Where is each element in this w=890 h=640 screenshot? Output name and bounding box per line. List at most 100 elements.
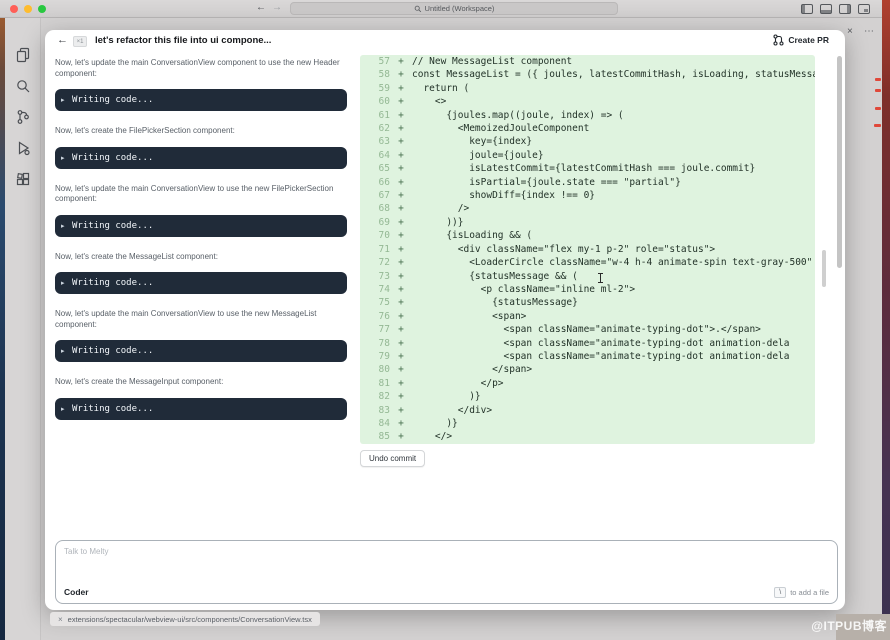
diff-add-marker: +	[390, 270, 412, 283]
code-text: <div className="flex my-1 p-2" role="sta…	[412, 243, 715, 256]
line-number: 64	[360, 149, 390, 162]
chat-input[interactable]	[64, 547, 464, 556]
diff-add-marker: +	[390, 82, 412, 95]
activity-bar	[5, 18, 41, 640]
panel-scrollbar[interactable]	[837, 56, 842, 268]
line-number: 83	[360, 404, 390, 417]
chat-message: Now, let's update the main ConversationV…	[55, 309, 353, 362]
code-text: isPartial={joule.state === "partial"}	[412, 176, 681, 189]
history-forward-button[interactable]: →	[272, 2, 282, 13]
diff-line: 79 + <span className="animate-typing-dot…	[360, 350, 815, 363]
code-text: {statusMessage && (	[412, 270, 578, 283]
close-window-button[interactable]	[10, 5, 18, 13]
line-number: 69	[360, 216, 390, 229]
diff-add-marker: +	[390, 189, 412, 202]
line-number: 66	[360, 176, 390, 189]
zoom-window-button[interactable]	[38, 5, 46, 13]
writing-code-block[interactable]: ▸ Writing code...	[55, 340, 347, 362]
chevron-right-icon: ▸	[61, 405, 65, 413]
code-text: {statusMessage}	[412, 296, 578, 309]
diff-add-marker: +	[390, 363, 412, 376]
undo-commit-button[interactable]: Undo commit	[360, 450, 425, 467]
code-text: ))}	[412, 216, 463, 229]
diff-add-marker: +	[390, 337, 412, 350]
close-icon[interactable]: ×	[847, 26, 853, 37]
diff-add-marker: +	[390, 390, 412, 403]
diff-add-marker: +	[390, 162, 412, 175]
close-icon[interactable]: ×	[58, 615, 63, 624]
error-mark	[875, 89, 881, 92]
toggle-primary-sidebar-icon[interactable]	[801, 4, 813, 14]
add-file-hint: \ to add a file	[774, 587, 829, 598]
code-text: <MemoizedJouleComponent	[412, 122, 589, 135]
minimize-window-button[interactable]	[24, 5, 32, 13]
line-number: 67	[360, 189, 390, 202]
code-text: isLatestCommit={latestCommitHash === jou…	[412, 162, 755, 175]
diff-line: 68 + />	[360, 202, 815, 215]
writing-code-block[interactable]: ▸ Writing code...	[55, 272, 347, 294]
diff-line: 67 + showDiff={index !== 0}	[360, 189, 815, 202]
chat-message: Now, let's update the main ConversationV…	[55, 58, 353, 111]
diff-line: 60 + <>	[360, 95, 815, 108]
line-number: 63	[360, 135, 390, 148]
writing-code-block[interactable]: ▸ Writing code...	[55, 147, 347, 169]
diff-line: 81 + </p>	[360, 377, 815, 390]
create-pr-button[interactable]: Create PR	[773, 34, 829, 46]
chat-message: Now, let's create the MessageList compon…	[55, 252, 353, 295]
diff-add-marker: +	[390, 149, 412, 162]
diff-add-marker: +	[390, 135, 412, 148]
writing-code-block[interactable]: ▸ Writing code...	[55, 398, 347, 420]
mode-label[interactable]: Coder	[64, 587, 89, 597]
line-number: 61	[360, 109, 390, 122]
panel-header: ← ×1 let's refactor this file into ui co…	[45, 30, 845, 54]
extensions-icon[interactable]	[14, 170, 32, 188]
backslash-key-icon: \	[774, 587, 786, 598]
code-text: <p className="inline ml-2">	[412, 283, 635, 296]
customize-layout-icon[interactable]	[858, 4, 870, 14]
diff-code-block[interactable]: 57 + // New MessageList component 58 + c…	[360, 55, 815, 444]
diff-line: 85 + </>	[360, 430, 815, 443]
chat-message: Now, let's create the FilePickerSection …	[55, 126, 353, 169]
diff-line: 78 + <span className="animate-typing-dot…	[360, 337, 815, 350]
chevron-right-icon: ▸	[61, 154, 65, 162]
toggle-panel-icon[interactable]	[820, 4, 832, 14]
code-text: key={index}	[412, 135, 532, 148]
diff-line: 66 + isPartial={joule.state === "partial…	[360, 176, 815, 189]
back-button[interactable]: ←	[57, 34, 68, 46]
line-number: 59	[360, 82, 390, 95]
diff-add-marker: +	[390, 55, 412, 68]
line-number: 85	[360, 430, 390, 443]
line-number: 57	[360, 55, 390, 68]
diff-line: 73 + {statusMessage && (	[360, 270, 815, 283]
more-actions-icon[interactable]: ⋯	[864, 26, 874, 37]
code-scrollbar[interactable]	[822, 250, 826, 287]
explorer-icon[interactable]	[14, 46, 32, 64]
command-center[interactable]: Untitled (Workspace)	[290, 2, 618, 15]
watermark: @ITPUB博客	[811, 617, 887, 634]
diff-add-marker: +	[390, 216, 412, 229]
diff-add-marker: +	[390, 176, 412, 189]
line-number: 72	[360, 256, 390, 269]
history-back-button[interactable]: ←	[256, 2, 266, 13]
code-text: </>	[412, 430, 452, 443]
file-path: extensions/spectacular/webview-ui/src/co…	[68, 615, 312, 624]
source-control-icon[interactable]	[14, 108, 32, 126]
diff-line: 59 + return (	[360, 82, 815, 95]
line-number: 65	[360, 162, 390, 175]
run-and-debug-icon[interactable]	[14, 139, 32, 157]
line-number: 70	[360, 229, 390, 242]
line-number: 60	[360, 95, 390, 108]
diff-add-marker: +	[390, 95, 412, 108]
diff-line: 58 + const MessageList = ({ joules, late…	[360, 68, 815, 81]
writing-code-block[interactable]: ▸ Writing code...	[55, 215, 347, 237]
window-title: Untitled (Workspace)	[425, 4, 495, 13]
search-icon[interactable]	[14, 77, 32, 95]
writing-code-block[interactable]: ▸ Writing code...	[55, 89, 347, 111]
composer[interactable]: Coder \ to add a file	[55, 540, 838, 604]
code-text: <span>	[412, 310, 526, 323]
file-chip[interactable]: × extensions/spectacular/webview-ui/src/…	[50, 612, 320, 626]
diff-add-marker: +	[390, 256, 412, 269]
diff-line: 71 + <div className="flex my-1 p-2" role…	[360, 243, 815, 256]
chat-message-text: Now, let's update the main ConversationV…	[55, 184, 353, 205]
toggle-secondary-sidebar-icon[interactable]	[839, 4, 851, 14]
